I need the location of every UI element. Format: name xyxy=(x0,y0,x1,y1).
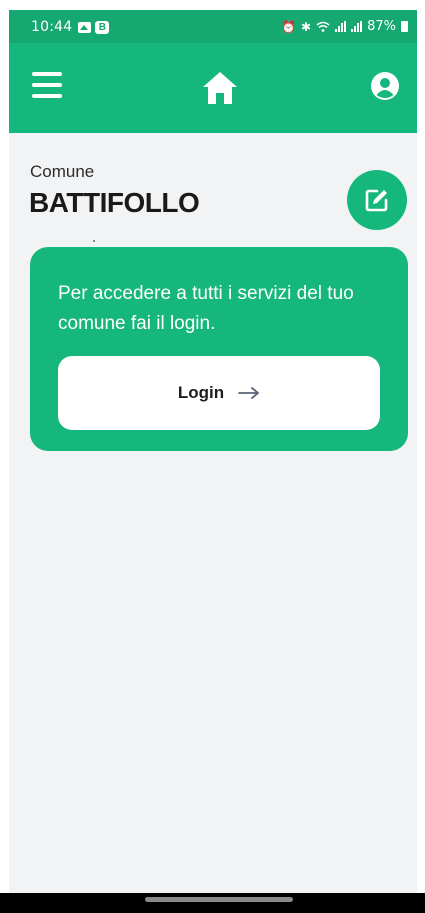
hamburger-icon xyxy=(32,72,62,76)
b-app-icon: B xyxy=(95,20,110,34)
home-icon xyxy=(203,72,237,104)
battery-percent: 87% xyxy=(367,19,396,34)
bluetooth-icon: ✱ xyxy=(301,19,312,34)
edit-icon xyxy=(365,189,388,212)
alarm-icon: ⏰ xyxy=(281,19,297,34)
status-bar: 10:44 B ⏰ ✱ 87% xyxy=(9,10,417,43)
login-button[interactable]: Login xyxy=(58,356,380,430)
profile-button[interactable] xyxy=(371,72,399,100)
wifi-icon xyxy=(316,21,330,32)
system-navigation-bar xyxy=(0,893,425,913)
comune-name: BATTIFOLLO xyxy=(29,187,200,218)
user-icon xyxy=(371,72,399,100)
login-message: Per accedere a tutti i servizi del tuo c… xyxy=(58,283,354,334)
status-time: 10:44 xyxy=(31,19,73,35)
decorative-dot xyxy=(93,240,95,242)
arrow-right-icon xyxy=(238,387,260,399)
app-bar xyxy=(9,43,417,133)
home-button[interactable] xyxy=(202,71,238,105)
comune-label: Comune xyxy=(30,162,95,181)
app-screen: 10:44 B ⏰ ✱ 87% Comune BATTIFOLLO Per ac… xyxy=(9,10,417,913)
edit-button[interactable] xyxy=(347,170,407,230)
login-button-label: Login xyxy=(177,383,225,402)
gallery-icon xyxy=(78,21,92,33)
battery-icon xyxy=(401,21,408,32)
menu-button[interactable] xyxy=(32,72,62,98)
signal-icon xyxy=(351,21,363,32)
home-gesture-handle[interactable] xyxy=(145,897,293,902)
signal-icon xyxy=(335,21,347,32)
login-card: Per accedere a tutti i servizi del tuo c… xyxy=(30,247,408,451)
